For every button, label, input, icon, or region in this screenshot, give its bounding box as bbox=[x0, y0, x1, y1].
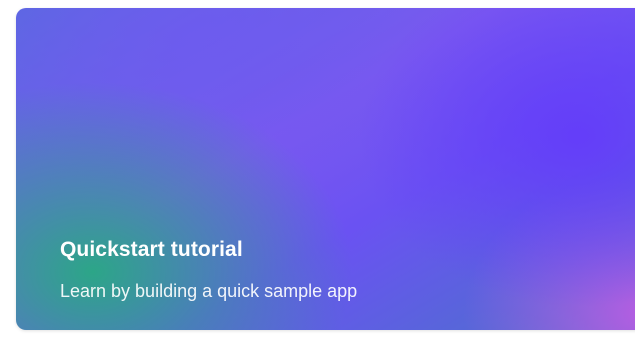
card-title: Quickstart tutorial bbox=[60, 238, 243, 261]
card-subtitle: Learn by building a quick sample app bbox=[60, 281, 358, 301]
quickstart-tutorial-card[interactable]: Quickstart tutorial Learn by building a … bbox=[16, 8, 635, 330]
